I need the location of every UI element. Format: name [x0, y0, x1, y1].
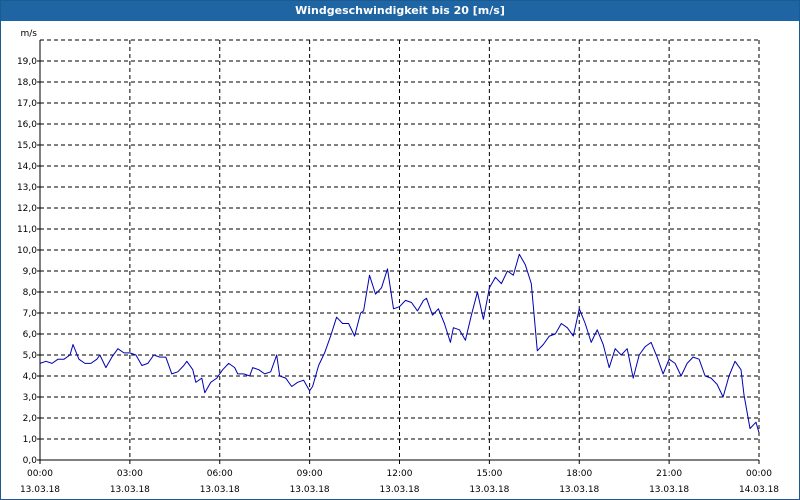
- y-tick-label-13: 13,0: [17, 183, 37, 193]
- x-tick-date-2: 13.03.18: [200, 485, 240, 495]
- x-tick-date-7: 13.03.18: [649, 485, 689, 495]
- x-tick-time-6: 18:00: [566, 469, 592, 479]
- x-tick-date-5: 13.03.18: [469, 485, 509, 495]
- y-tick-label-12: 12,0: [17, 204, 37, 214]
- y-tick-label-4: 4,0: [23, 372, 38, 382]
- y-tick-label-0: 0,0: [23, 456, 38, 466]
- chart-window: Windgeschwindigkeit bis 20 [m/s] 0,0 1,0 2…: [0, 0, 800, 500]
- x-tick-time-8: 00:00: [746, 469, 772, 479]
- x-tick-time-2: 06:00: [207, 469, 233, 479]
- x-tick-date-4: 13.03.18: [379, 485, 419, 495]
- y-tick-label-10: 10,0: [17, 246, 37, 256]
- x-tick-time-4: 12:00: [387, 469, 413, 479]
- y-tick-label-6: 6,0: [23, 330, 38, 340]
- y-tick-label-7: 7,0: [23, 309, 38, 319]
- wind-speed-chart: 0,0 1,0 2,0 3,0 4,0 5,0 6,0 7,0 8,0 9,0 10,0 11,0 12…: [17, 29, 779, 495]
- x-tick-time-7: 21:00: [656, 469, 682, 479]
- x-tick-date-3: 13.03.18: [290, 485, 330, 495]
- y-tick-label-16: 16,0: [17, 120, 37, 130]
- x-tick-date-0: 13.03.18: [20, 485, 60, 495]
- y-axis-label: m/s: [21, 29, 38, 39]
- y-tick-label-9: 9,0: [23, 267, 38, 277]
- y-tick-label-18: 18,0: [17, 78, 37, 88]
- x-tick-time-5: 15:00: [476, 469, 502, 479]
- y-tick-label-2: 2,0: [23, 414, 38, 424]
- y-tick-label-14: 14,0: [17, 162, 37, 172]
- y-tick-label-8: 8,0: [23, 288, 38, 298]
- x-tick-time-0: 00:00: [27, 469, 53, 479]
- x-tick-time-1: 03:00: [117, 469, 143, 479]
- y-tick-label-15: 15,0: [17, 141, 37, 151]
- y-tick-label-17: 17,0: [17, 99, 37, 109]
- y-tick-label-1: 1,0: [23, 435, 38, 445]
- y-tick-label-5: 5,0: [23, 351, 38, 361]
- x-tick-date-6: 13.03.18: [559, 485, 599, 495]
- y-tick-label-19: 19,0: [17, 57, 37, 67]
- x-tick-date-1: 13.03.18: [110, 485, 150, 495]
- y-tick-label-3: 3,0: [23, 393, 38, 403]
- window-title: Windgeschwindigkeit bis 20 [m/s]: [1, 1, 799, 21]
- x-tick-date-8: 14.03.18: [739, 485, 779, 495]
- y-tick-label-11: 11,0: [17, 225, 37, 235]
- x-tick-time-3: 09:00: [297, 469, 323, 479]
